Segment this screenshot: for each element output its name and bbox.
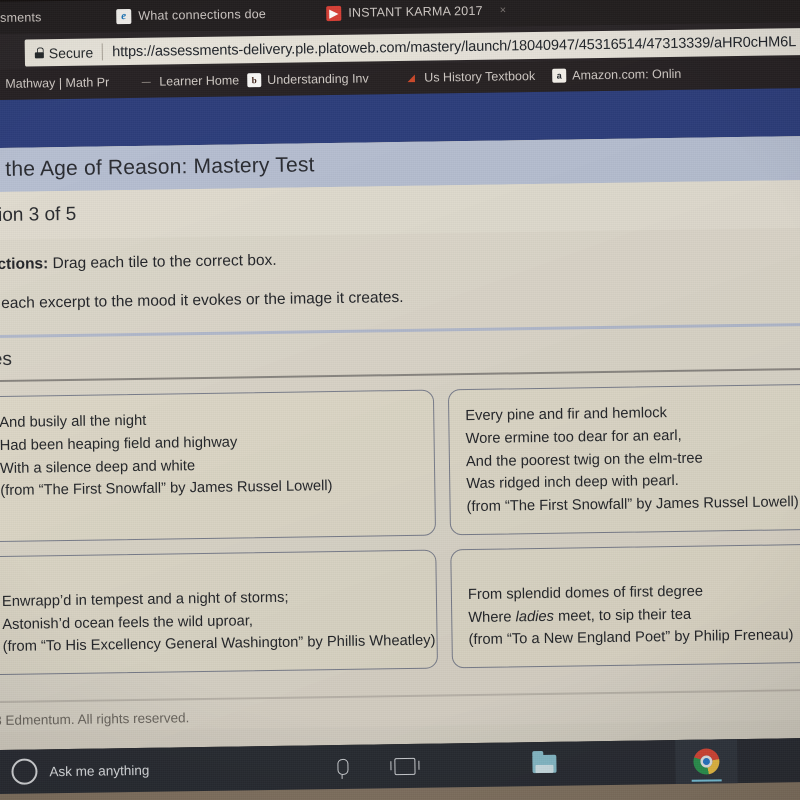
dash-icon: — [141,76,151,87]
question-progress: stion 3 of 5 [0,203,77,227]
bookmark-mathway[interactable]: ∞ Mathway | Math Pr [0,71,109,95]
file-explorer-button[interactable] [513,741,576,786]
instructions-line: ructions: Drag each tile to the correct … [0,244,800,275]
table-row[interactable]: From splendid domes of first degree Where… [450,543,800,669]
bookmark-label: Amazon.com: Onlin [572,66,682,83]
tab-title: What connections doe [138,6,267,23]
bookmark-label: Understanding Inv [267,71,369,87]
youtube-icon: ▶ [326,5,342,21]
tile-line: (from “The First Snowfall” by James Russ… [0,478,333,500]
task-view-icon [393,757,416,775]
bookmark-understanding-inv[interactable]: b Understanding Inv [247,67,369,91]
table-row[interactable]: And busily all the night Had been heaping… [0,389,437,543]
bookmark-label: Learner Home [159,73,240,89]
tiles-row-2: Enwrapp’d in tempest and a night of stor… [0,543,800,676]
tiles-row-1: And busily all the night Had been heaping… [0,383,800,543]
microphone-button[interactable] [311,744,374,789]
chrome-icon [693,748,720,775]
assessment-page: in the Age of Reason: Mastery Test stion… [0,135,800,751]
security-label: Secure [48,44,94,61]
microphone-icon [336,758,349,776]
bookmark-label: Us History Textbook [424,69,536,85]
question-prompt: ch each excerpt to the mood it evokes or… [0,288,404,313]
browser-tab-assessments[interactable]: um Assessments [0,3,50,33]
edge-icon: e [116,8,132,24]
bookmark-learner-home[interactable]: — Learner Home [139,69,240,92]
tiles-area: And busily all the night Had been heaping… [0,370,800,676]
page-title: in the Age of Reason: Mastery Test [0,153,315,182]
instructions-text: Drag each tile to the correct box. [52,251,277,273]
book-icon: b [247,73,262,88]
bookmark-us-history-textbook[interactable]: ◢ Us History Textbook [404,65,536,89]
task-view-button[interactable] [373,744,436,789]
omnibox-divider [102,43,104,61]
browser-tab-what-connections[interactable]: e What connections doe [108,0,274,30]
instructions-label: ructions: [0,255,49,274]
bookmark-label: Mathway | Math Pr [5,75,110,91]
instructions-block: ructions: Drag each tile to the correct … [0,227,800,733]
file-explorer-icon [532,754,557,774]
tile-line: (from “To His Excellency General Washing… [2,633,436,656]
tab-title: um Assessments [0,10,42,26]
screen-content: um Assessments e What connections doe ▶ … [0,0,800,800]
tile-line: (from “The First Snowfall” by James Russ… [466,494,799,516]
table-row[interactable]: Every pine and fir and hemlock Wore ermin… [447,383,800,536]
close-icon[interactable]: × [500,4,507,16]
table-row[interactable]: Enwrapp’d in tempest and a night of stor… [0,549,439,676]
search-placeholder: Ask me anything [49,762,150,779]
bookmark-amazon[interactable]: a Amazon.com: Onlin [552,63,681,87]
tab-title: INSTANT KARMA 2017 [348,3,483,20]
browser-tab-instant-karma[interactable]: ▶ INSTANT KARMA 2017 × [318,0,514,27]
photo-of-screen: um Assessments e What connections doe ▶ … [0,0,800,800]
history-icon: ◢ [407,72,415,83]
security-indicator[interactable]: Secure [35,44,94,61]
lock-icon [35,47,44,58]
amazon-icon: a [552,68,567,83]
copyright-text: 18 Edmentum. All rights reserved. [0,710,190,729]
url-text: https://assessments-delivery.ple.platowe… [112,33,797,60]
tile-line: (from “To a New England Poet” by Philip … [468,627,794,649]
chrome-taskbar-button[interactable] [675,739,738,784]
search-input[interactable]: Ask me anything [0,754,312,785]
cortana-icon[interactable] [11,758,38,785]
